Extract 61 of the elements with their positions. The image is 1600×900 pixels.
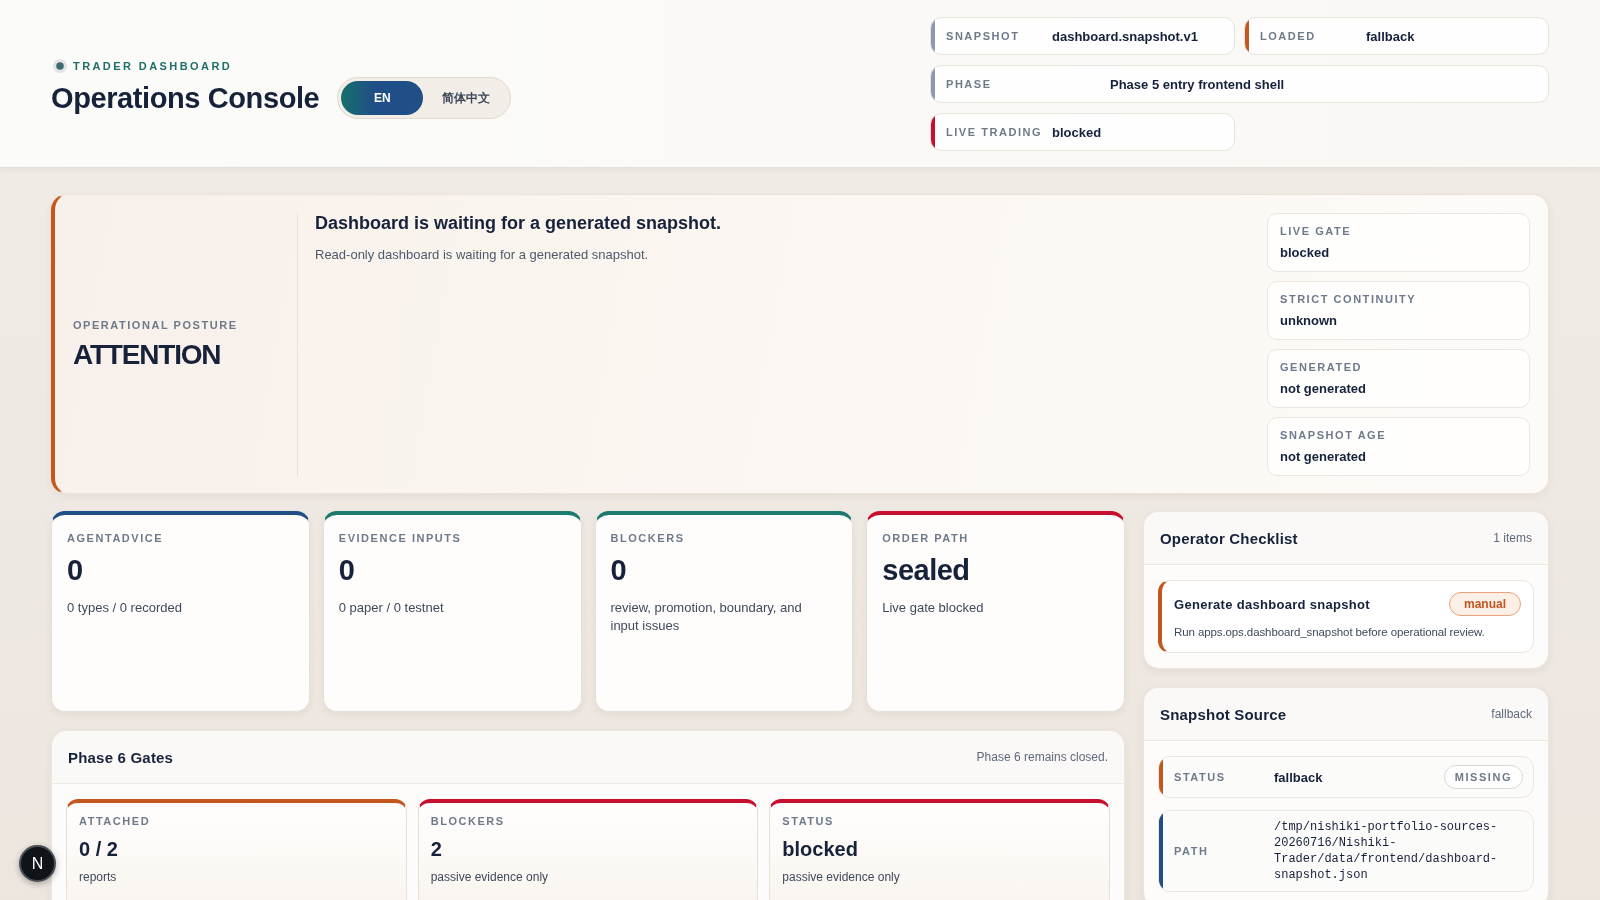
metric-label: EVIDENCE INPUTS bbox=[338, 532, 463, 544]
headline-detail: Read-only dashboard is waiting for a generated snapshot. bbox=[315, 247, 650, 262]
fact-label: LIVE GATE bbox=[1280, 225, 1353, 237]
eyebrow-text: TRADER DASHBOARD bbox=[73, 60, 233, 72]
fact-label: GENERATED bbox=[1280, 361, 1364, 373]
fact-label: STRICT CONTINUITY bbox=[1280, 293, 1418, 305]
meta-label: PHASE bbox=[946, 78, 993, 90]
metric-value: sealed bbox=[882, 554, 971, 587]
metric-detail: Live gate blocked bbox=[882, 599, 985, 617]
meta-value: fallback bbox=[1366, 28, 1415, 44]
item-title: Generate dashboard snapshot bbox=[1174, 596, 1370, 612]
fact-value: blocked bbox=[1280, 245, 1331, 260]
metric-label: BLOCKERS bbox=[610, 532, 686, 544]
metric-detail: review, promotion, boundary, and input issues bbox=[610, 599, 803, 636]
fact-value: not generated bbox=[1280, 449, 1367, 464]
panel-title: Phase 6 Gates bbox=[68, 748, 174, 766]
gate-detail: reports bbox=[79, 870, 118, 884]
gate-value: blocked bbox=[782, 838, 859, 861]
panel-note: fallback bbox=[1491, 707, 1532, 721]
metric-detail: 0 types / 0 recorded bbox=[67, 599, 183, 617]
row-label: STATUS bbox=[1174, 771, 1227, 783]
row-value: fallback bbox=[1274, 769, 1324, 785]
gate-label: STATUS bbox=[782, 815, 835, 827]
gate-detail: passive evidence only bbox=[430, 870, 550, 884]
meta-label: SNAPSHOT bbox=[946, 30, 1021, 42]
metric-label: ORDER PATH bbox=[882, 532, 970, 544]
panel-title: Snapshot Source bbox=[1160, 705, 1287, 723]
panel-note: Phase 6 remains closed. bbox=[976, 750, 1108, 764]
posture-value: ATTENTION bbox=[73, 338, 222, 371]
state-tag: MISSING bbox=[1443, 765, 1523, 789]
gate-label: ATTACHED bbox=[79, 815, 152, 827]
metric-detail: 0 paper / 0 testnet bbox=[338, 599, 445, 617]
fact-value: not generated bbox=[1280, 381, 1367, 396]
gate-label: BLOCKERS bbox=[430, 815, 506, 827]
path-text: /tmp/nishiki-portfolio-sources-20260716/Nishiki-Trader/data/frontend/dashboard-snapshot.json bbox=[1274, 819, 1499, 884]
gate-value: 0 / 2 bbox=[79, 838, 119, 861]
gate-value: 2 bbox=[430, 838, 443, 861]
meta-label: LIVE TRADING bbox=[946, 126, 1044, 138]
metric-value: 0 bbox=[610, 554, 628, 587]
circle-mark-icon bbox=[53, 59, 67, 73]
language-tab[interactable]: EN bbox=[341, 81, 424, 115]
metric-value: 0 bbox=[338, 554, 356, 587]
dev-tools-button[interactable]: N bbox=[19, 845, 56, 882]
item-count: 1 items bbox=[1493, 531, 1532, 545]
meta-value: dashboard.snapshot.v1 bbox=[1052, 28, 1198, 44]
row-label: PATH bbox=[1174, 845, 1210, 857]
posture-label: OPERATIONAL POSTURE bbox=[73, 318, 239, 331]
fact-value: unknown bbox=[1280, 313, 1339, 328]
meta-label: LOADED bbox=[1260, 30, 1317, 42]
gate-detail: passive evidence only bbox=[782, 870, 901, 884]
meta-value: blocked bbox=[1052, 124, 1102, 140]
metric-label: AGENTADVICE bbox=[67, 532, 165, 544]
page-title: Operations Console bbox=[51, 81, 320, 115]
headline: Dashboard is waiting for a generated snapshot. bbox=[315, 213, 723, 234]
mode-tag: manual bbox=[1449, 592, 1521, 616]
item-detail: Run apps.ops.dashboard_snapshot before operational review. bbox=[1174, 626, 1486, 638]
metric-value: 0 bbox=[67, 554, 84, 587]
panel-title: Operator Checklist bbox=[1160, 529, 1298, 547]
fact-label: SNAPSHOT AGE bbox=[1280, 429, 1388, 441]
language-tab[interactable]: 简体中文 bbox=[425, 81, 508, 115]
meta-value: Phase 5 entry frontend shell bbox=[1110, 76, 1285, 92]
